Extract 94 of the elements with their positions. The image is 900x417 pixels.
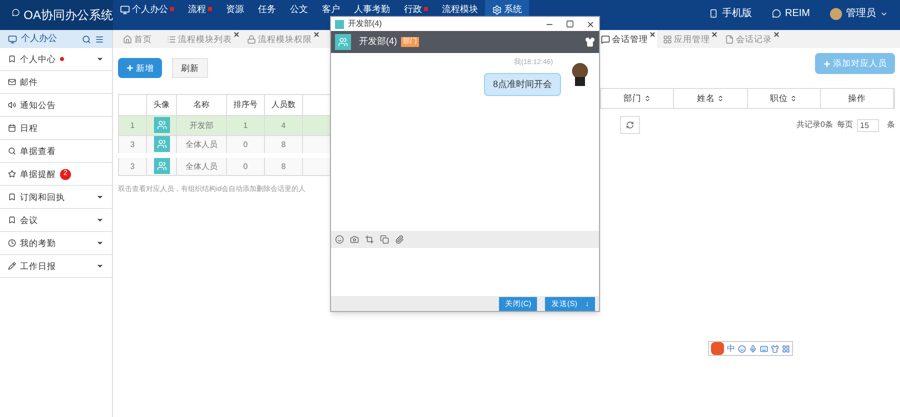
- plus-icon: [823, 60, 831, 68]
- sidebar-item[interactable]: 邮件: [0, 71, 112, 94]
- record-count: 共记录0条: [796, 119, 833, 131]
- chat-logo-icon: [12, 6, 20, 19]
- monitor-icon: [120, 5, 130, 15]
- sidebar-item[interactable]: 我的考勤: [0, 232, 112, 255]
- table-row[interactable]: 1 开发部 1 4: [118, 116, 330, 136]
- per-page-label: 每页: [837, 119, 853, 131]
- refresh-button[interactable]: 刷新: [172, 58, 208, 78]
- bookmark-icon: [8, 216, 16, 224]
- search-icon[interactable]: [82, 34, 91, 44]
- per-page-unit: 条: [887, 119, 895, 131]
- keyboard-icon[interactable]: [760, 344, 768, 352]
- mail-icon: [8, 78, 16, 86]
- user-menu[interactable]: 管理员: [846, 6, 876, 21]
- speaker-icon: [8, 101, 16, 109]
- close-icon[interactable]: [313, 31, 320, 38]
- group-name: 开发部(4): [359, 35, 397, 48]
- emoji-icon[interactable]: [738, 344, 746, 352]
- tab-label: 会话记录: [736, 32, 772, 46]
- sort-icon[interactable]: [716, 95, 724, 102]
- chat-icon: [601, 34, 610, 44]
- sort-icon[interactable]: [790, 95, 798, 102]
- monitor-icon: [8, 34, 17, 44]
- home-icon: [123, 34, 132, 44]
- search-icon: [8, 147, 16, 155]
- table-cell: 3: [118, 156, 146, 176]
- emoji-icon[interactable]: [335, 235, 344, 244]
- grid-icon[interactable]: [782, 344, 790, 352]
- nav-item[interactable]: 流程: [181, 0, 219, 30]
- window-title: 开发部(4): [348, 18, 382, 30]
- reim-link[interactable]: REIM: [785, 6, 810, 21]
- lock-icon: [247, 34, 256, 44]
- shirt-icon[interactable]: [771, 344, 779, 352]
- refresh-icon: [626, 121, 634, 129]
- chat-icon[interactable]: [772, 9, 781, 18]
- table-row[interactable]: 3 全体人员 0 8: [118, 156, 330, 176]
- list-icon: [167, 34, 176, 44]
- sidebar-title: 个人办公: [21, 32, 57, 46]
- close-icon[interactable]: [649, 31, 656, 38]
- sidebar-item[interactable]: 订阅和回执: [0, 186, 112, 209]
- camera-icon[interactable]: [350, 235, 359, 244]
- per-page-field[interactable]: 15: [857, 118, 879, 132]
- avatar-icon: [569, 62, 591, 86]
- sidebar-item[interactable]: 日程: [0, 117, 112, 140]
- app-title: OA协同办公系统: [24, 7, 113, 24]
- mobile-link[interactable]: 手机版: [722, 6, 752, 21]
- nav-item[interactable]: 个人办公: [113, 0, 181, 30]
- maximize-icon[interactable]: [566, 20, 574, 28]
- paperclip-icon[interactable]: [395, 235, 404, 244]
- refresh-button[interactable]: [620, 116, 640, 134]
- nav-item[interactable]: 任务: [251, 0, 283, 30]
- column-header: 部门: [601, 89, 674, 108]
- nav-item[interactable]: 行政: [397, 0, 435, 30]
- nav-item[interactable]: 公文: [283, 0, 315, 30]
- copy-icon[interactable]: [380, 235, 389, 244]
- column-header: 操作: [820, 89, 894, 108]
- plus-icon: [126, 64, 134, 72]
- close-icon[interactable]: [233, 31, 240, 38]
- close-icon[interactable]: [711, 31, 718, 38]
- pencil-icon: [8, 262, 16, 270]
- bookmark-icon: [8, 193, 16, 201]
- tab-label: 流程模块列表: [178, 32, 232, 46]
- sidebar-item[interactable]: 个人中心: [0, 48, 112, 71]
- nav-item[interactable]: 资源: [219, 0, 251, 30]
- grid-icon: [663, 34, 672, 44]
- tab-label: 流程模块权限: [258, 32, 312, 46]
- star-icon: [8, 170, 16, 178]
- bookmark-icon: [8, 55, 16, 63]
- tab-label: 应用管理: [674, 32, 710, 46]
- tab-label: 会话管理: [612, 32, 648, 46]
- sort-icon[interactable]: [644, 95, 651, 102]
- close-icon[interactable]: [586, 20, 595, 28]
- clock-icon: [8, 239, 16, 247]
- sidebar-item[interactable]: 通知公告: [0, 94, 112, 117]
- column-header: 姓名: [674, 89, 748, 108]
- sidebar-item[interactable]: 工作日报: [0, 255, 112, 278]
- ime-mode[interactable]: 中: [727, 342, 735, 354]
- table-cell: 0: [226, 156, 264, 176]
- calendar-icon: [8, 124, 16, 132]
- crop-icon[interactable]: [365, 235, 374, 244]
- file-icon: [725, 34, 734, 44]
- sidebar-item[interactable]: 会议: [0, 209, 112, 232]
- close-icon[interactable]: [773, 31, 780, 38]
- column-header: 职位: [748, 89, 821, 108]
- tab-label: 首页: [134, 32, 152, 46]
- sidebar-item[interactable]: 单据查看: [0, 140, 112, 163]
- table-cell: 8: [264, 156, 302, 176]
- user-avatar[interactable]: [830, 8, 842, 20]
- table-cell: 全体人员: [176, 156, 226, 176]
- phone-icon[interactable]: [709, 9, 718, 18]
- menu-icon[interactable]: [95, 34, 104, 44]
- message-bubble: 8点准时间开会: [484, 72, 561, 96]
- microphone-icon[interactable]: [749, 344, 757, 352]
